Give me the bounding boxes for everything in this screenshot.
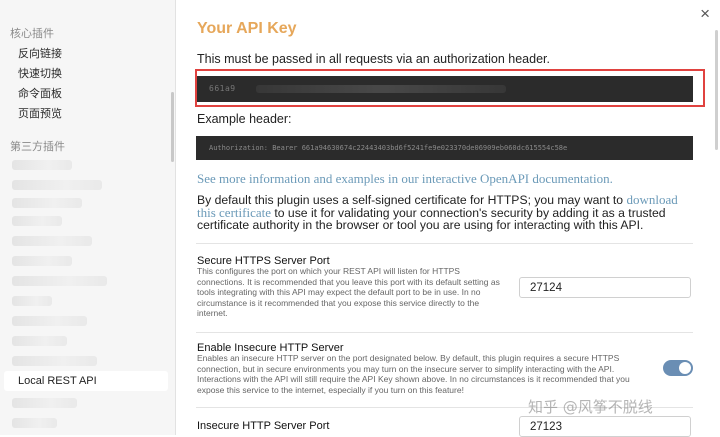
https-port-value: 27124 xyxy=(530,282,562,294)
example-header-label: Example header: xyxy=(197,112,292,126)
https-port-description: This configures the port on which your R… xyxy=(197,266,500,318)
blurred-plugin-item[interactable] xyxy=(12,180,102,190)
core-plugins-heading: 核心插件 xyxy=(10,28,54,40)
blurred-plugin-item[interactable] xyxy=(12,216,62,226)
blurred-plugin-item[interactable] xyxy=(12,198,82,208)
sidebar-item-quick-switcher[interactable]: 快速切换 xyxy=(18,65,62,81)
blurred-plugin-item[interactable] xyxy=(12,276,107,286)
http-port-title: Insecure HTTP Server Port xyxy=(197,420,330,432)
http-port-input[interactable]: 27123 xyxy=(519,416,691,437)
blurred-plugin-item[interactable] xyxy=(12,398,77,408)
highlight-box xyxy=(195,69,705,107)
watermark: 知乎 @风筝不脱线 xyxy=(528,398,653,416)
api-key-description: This must be passed in all requests via … xyxy=(197,52,550,66)
blurred-plugin-item[interactable] xyxy=(12,236,92,246)
insecure-http-description: Enables an insecure HTTP server on the p… xyxy=(197,353,630,395)
pane-scrollbar[interactable] xyxy=(715,30,718,150)
blurred-plugin-item[interactable] xyxy=(12,296,52,306)
settings-pane: × Your API Key This must be passed in al… xyxy=(176,0,720,437)
openapi-docs-link[interactable]: See more information and examples in our… xyxy=(197,171,613,187)
http-port-value: 27123 xyxy=(530,421,562,433)
toggle-knob xyxy=(679,362,691,374)
sidebar-item-page-preview[interactable]: 页面预览 xyxy=(18,105,62,121)
blurred-plugin-item[interactable] xyxy=(12,316,87,326)
divider xyxy=(196,332,693,333)
example-header-box[interactable]: Authorization: Bearer 661a94630674c22443… xyxy=(196,136,693,160)
blurred-plugin-item[interactable] xyxy=(12,356,97,366)
sidebar-item-local-rest-api[interactable]: Local REST API xyxy=(4,371,168,391)
blurred-plugin-item[interactable] xyxy=(12,336,67,346)
divider xyxy=(196,243,693,244)
sidebar-item-backlinks[interactable]: 反向链接 xyxy=(18,45,62,61)
close-icon[interactable]: × xyxy=(700,4,710,24)
api-key-title: Your API Key xyxy=(197,20,297,37)
sidebar-item-command-palette[interactable]: 命令面板 xyxy=(18,85,62,101)
https-port-input[interactable]: 27124 xyxy=(519,277,691,298)
sidebar-scrollbar[interactable] xyxy=(171,92,174,162)
third-party-plugins-heading: 第三方插件 xyxy=(10,141,65,153)
blurred-plugin-item[interactable] xyxy=(12,256,72,266)
insecure-http-toggle[interactable] xyxy=(663,360,693,376)
certificate-paragraph: By default this plugin uses a self-signe… xyxy=(197,193,697,232)
blurred-plugin-item[interactable] xyxy=(12,160,72,170)
example-header-value: Authorization: Bearer 661a94630674c22443… xyxy=(209,144,568,152)
settings-sidebar: 核心插件 反向链接 快速切换 命令面板 页面预览 第三方插件 Local RES… xyxy=(0,0,176,435)
sidebar-item-label: Local REST API xyxy=(18,375,97,387)
blurred-plugin-item[interactable] xyxy=(12,418,57,428)
